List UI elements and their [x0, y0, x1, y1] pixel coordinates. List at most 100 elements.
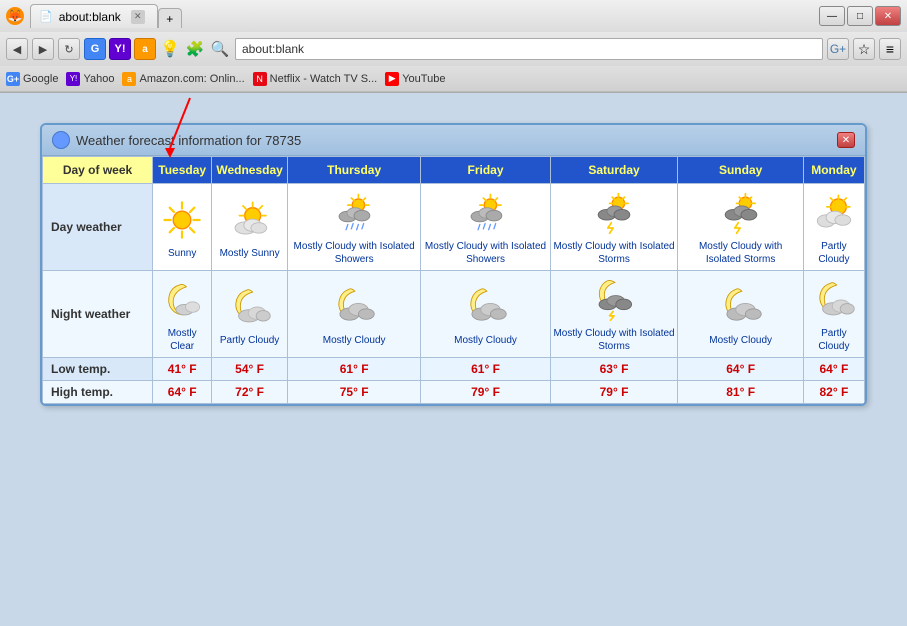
bookmark-netflix[interactable]: N Netflix - Watch TV S... — [253, 72, 378, 86]
thursday-day-cell: Mostly Cloudy with Isolated Showers — [287, 184, 421, 271]
saturday-night-icon-area — [553, 275, 676, 325]
thursday-low: 61° F — [287, 358, 421, 381]
storm-icon — [592, 191, 636, 235]
thursday-night-cell: Mostly Cloudy — [287, 271, 421, 358]
tuesday-high: 64° F — [153, 381, 212, 404]
wednesday-day-desc: Mostly Sunny — [214, 247, 284, 260]
thursday-night-icon-area — [290, 282, 419, 332]
high-temp-label: High temp. — [43, 381, 153, 404]
monday-night-icon-area — [806, 275, 862, 325]
back-button[interactable]: ◀ — [6, 38, 28, 60]
table-header-row: Day of week Tuesday Wednesday Thursday F… — [43, 157, 865, 184]
saturday-night-desc: Mostly Cloudy with Isolated Storms — [553, 327, 676, 353]
moon-cloudy-icon-3 — [719, 285, 763, 329]
sunday-low: 64° F — [678, 358, 803, 381]
tab-label: about:blank — [59, 10, 121, 24]
bookmark-amazon[interactable]: a Amazon.com: Onlin... — [122, 72, 244, 86]
puzzle-icon[interactable]: 🧩 — [184, 38, 206, 60]
browser-tab[interactable]: 📄 about:blank ✕ — [30, 4, 158, 28]
nav-bar: ◀ ▶ ↻ G Y! a 💡 🧩 🔍 about:blank G+ ☆ ≡ — [0, 32, 907, 66]
moon-cloudy-icon-2 — [464, 285, 508, 329]
tuesday-night-cell: Mostly Clear — [153, 271, 212, 358]
bookmark-yahoo-label: Yahoo — [83, 73, 114, 85]
sunday-high: 81° F — [678, 381, 803, 404]
sunday-night-desc: Mostly Cloudy — [680, 334, 800, 347]
close-button[interactable]: ✕ — [875, 6, 901, 26]
monday-day-cell: Partly Cloudy — [803, 184, 864, 271]
night-weather-row: Night weather Mostly Clear — [43, 271, 865, 358]
tuesday-day-desc: Sunny — [155, 247, 209, 260]
monday-low: 64° F — [803, 358, 864, 381]
lightbulb-icon[interactable]: 💡 — [159, 38, 181, 60]
moon-partly-icon — [228, 285, 272, 329]
weather-table: Day of week Tuesday Wednesday Thursday F… — [42, 156, 865, 404]
address-bar[interactable]: about:blank — [235, 38, 823, 60]
moon-storm-icon — [592, 278, 636, 322]
friday-night-desc: Mostly Cloudy — [423, 334, 547, 347]
google-icon[interactable]: G — [84, 38, 106, 60]
forward-button[interactable]: ▶ — [32, 38, 54, 60]
saturday-day-desc: Mostly Cloudy with Isolated Storms — [553, 240, 676, 266]
minimize-button[interactable]: — — [819, 6, 845, 26]
tab-close-button[interactable]: ✕ — [131, 10, 145, 24]
monday-header: Monday — [803, 157, 864, 184]
youtube-bookmark-icon: ▶ — [385, 72, 399, 86]
tuesday-day-cell: Sunny — [153, 184, 212, 271]
thursday-day-icon-area — [290, 188, 419, 238]
yahoo-bookmark-icon: Y! — [66, 72, 80, 86]
amazon-icon[interactable]: a — [134, 38, 156, 60]
sunday-night-cell: Mostly Cloudy — [678, 271, 803, 358]
mostly-sunny-icon — [228, 198, 272, 242]
weather-globe-icon — [52, 131, 70, 149]
sunday-header: Sunday — [678, 157, 803, 184]
saturday-day-icon-area — [553, 188, 676, 238]
low-temp-label: Low temp. — [43, 358, 153, 381]
friday-day-icon-area — [423, 188, 547, 238]
day-of-week-header: Day of week — [43, 157, 153, 184]
new-tab-button[interactable]: + — [158, 8, 182, 28]
sunday-day-icon-area — [680, 188, 800, 238]
monday-day-desc: Partly Cloudy — [806, 240, 862, 266]
saturday-day-cell: Mostly Cloudy with Isolated Storms — [550, 184, 678, 271]
monday-night-cell: Partly Cloudy — [803, 271, 864, 358]
tuesday-night-desc: Mostly Clear — [155, 327, 209, 353]
browser-logo-icon: 🦊 — [6, 7, 24, 25]
wednesday-high: 72° F — [212, 381, 287, 404]
thursday-high: 75° F — [287, 381, 421, 404]
saturday-header: Saturday — [550, 157, 678, 184]
amazon-bookmark-icon: a — [122, 72, 136, 86]
bookmark-yahoo[interactable]: Y! Yahoo — [66, 72, 114, 86]
yahoo-icon[interactable]: Y! — [109, 38, 131, 60]
bookmark-youtube-label: YouTube — [402, 73, 445, 85]
zoom-icon[interactable]: 🔍 — [209, 38, 231, 60]
reload-button[interactable]: ↻ — [58, 38, 80, 60]
high-temp-row: High temp. 64° F 72° F 75° F 79° F 79° F… — [43, 381, 865, 404]
bookmark-youtube[interactable]: ▶ YouTube — [385, 72, 445, 86]
title-bar-left: 🦊 📄 about:blank ✕ + — [6, 4, 182, 28]
tab-favicon-icon: 📄 — [39, 10, 53, 23]
friday-night-icon-area — [423, 282, 547, 332]
sunday-night-icon-area — [680, 282, 800, 332]
partly-cloudy-icon — [812, 191, 856, 235]
right-toolbar: G+ ☆ ≡ — [827, 38, 901, 60]
moon-clear-icon — [160, 278, 204, 322]
widget-title-inner: Weather forecast information for 78735 — [52, 131, 301, 149]
title-bar: 🦊 📄 about:blank ✕ + — □ ✕ — [0, 0, 907, 32]
day-weather-row: Day weather — [43, 184, 865, 271]
monday-night-desc: Partly Cloudy — [806, 327, 862, 353]
saturday-low: 63° F — [550, 358, 678, 381]
sunday-day-desc: Mostly Cloudy with Isolated Storms — [680, 240, 800, 266]
low-temp-row: Low temp. 41° F 54° F 61° F 61° F 63° F … — [43, 358, 865, 381]
address-text: about:blank — [242, 42, 304, 56]
browser-chrome: 🦊 📄 about:blank ✕ + — □ ✕ ◀ ▶ ↻ G Y! a 💡 — [0, 0, 907, 93]
widget-close-button[interactable]: ✕ — [837, 132, 855, 148]
bookmark-google[interactable]: G+ Google — [6, 72, 58, 86]
account-button[interactable]: G+ — [827, 38, 849, 60]
moon-partly-icon-2 — [812, 278, 856, 322]
moon-cloudy-icon — [332, 285, 376, 329]
wednesday-day-icon-area — [214, 195, 284, 245]
friday-low: 61° F — [421, 358, 550, 381]
menu-button[interactable]: ≡ — [879, 38, 901, 60]
bookmark-star-icon[interactable]: ☆ — [853, 38, 875, 60]
maximize-button[interactable]: □ — [847, 6, 873, 26]
